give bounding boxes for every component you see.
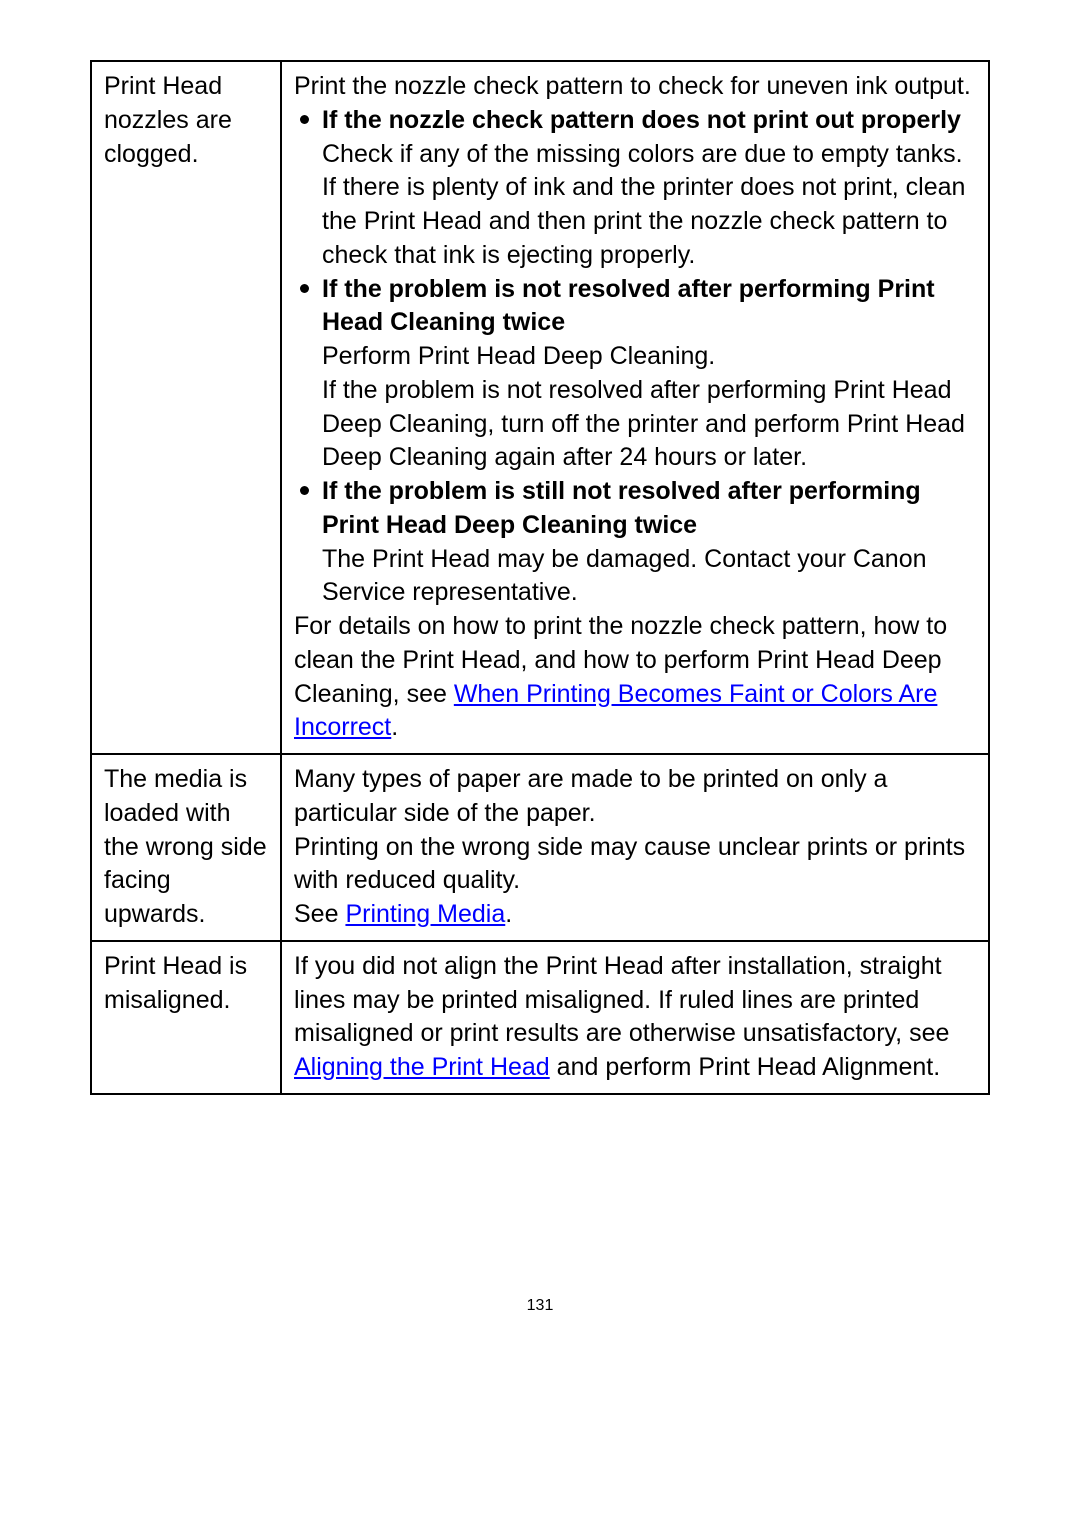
bullet-heading: If the problem is still not resolved aft… bbox=[294, 475, 976, 543]
intro-text: Print the nozzle check pattern to check … bbox=[294, 70, 976, 104]
bullet-heading: If the problem is not resolved after per… bbox=[294, 273, 976, 341]
page-number: 131 bbox=[90, 1295, 990, 1317]
body-text: If you did not align the Print Head afte… bbox=[294, 952, 949, 1048]
body-text: Many types of paper are made to be print… bbox=[294, 763, 976, 831]
cause-cell: Print Head nozzles are clogged. bbox=[91, 61, 281, 754]
body-text: If there is plenty of ink and the printe… bbox=[294, 171, 976, 272]
outro-text: For details on how to print the nozzle c… bbox=[294, 610, 976, 745]
troubleshooting-table: Print Head nozzles are clogged. Print th… bbox=[90, 60, 990, 1095]
action-cell: Many types of paper are made to be print… bbox=[281, 754, 989, 941]
action-cell: Print the nozzle check pattern to check … bbox=[281, 61, 989, 754]
table-row: Print Head nozzles are clogged. Print th… bbox=[91, 61, 989, 754]
see-prefix: See bbox=[294, 900, 345, 928]
cause-cell: The media is loaded with the wrong side … bbox=[91, 754, 281, 941]
body-text: Perform Print Head Deep Cleaning. bbox=[294, 340, 976, 374]
see-line: See Printing Media. bbox=[294, 898, 976, 932]
body-text: If the problem is not resolved after per… bbox=[294, 374, 976, 475]
body-text: and perform Print Head Alignment. bbox=[550, 1053, 940, 1081]
bullet-heading: If the nozzle check pattern does not pri… bbox=[294, 104, 976, 138]
table-row: Print Head is misaligned. If you did not… bbox=[91, 941, 989, 1094]
body-text: The Print Head may be damaged. Contact y… bbox=[294, 543, 976, 611]
link-aligning-print-head[interactable]: Aligning the Print Head bbox=[294, 1053, 550, 1081]
action-cell: If you did not align the Print Head afte… bbox=[281, 941, 989, 1094]
table-row: The media is loaded with the wrong side … bbox=[91, 754, 989, 941]
link-printing-media[interactable]: Printing Media bbox=[345, 900, 505, 928]
cause-cell: Print Head is misaligned. bbox=[91, 941, 281, 1094]
see-suffix: . bbox=[505, 900, 512, 928]
body-text: Printing on the wrong side may cause unc… bbox=[294, 831, 976, 899]
outro-suffix: . bbox=[391, 713, 398, 741]
body-text: Check if any of the missing colors are d… bbox=[294, 138, 976, 172]
